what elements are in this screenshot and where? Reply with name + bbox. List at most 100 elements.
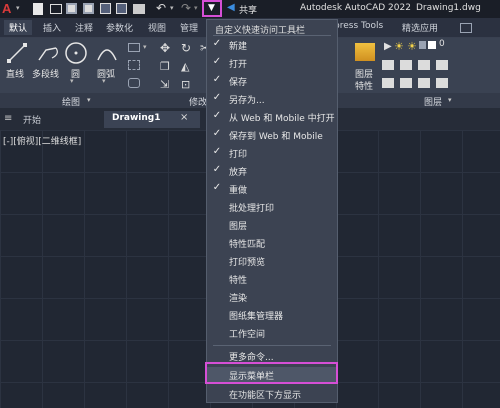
menu-item-save[interactable]: ✓ 保存 [207,73,337,90]
new-icon[interactable] [33,3,43,15]
modify-panel-label[interactable]: 修改 [189,95,207,108]
menu-item-layer[interactable]: 图层 [207,217,337,234]
layer-panel-label[interactable]: 图层 [424,95,442,108]
rectangle-tool-icon[interactable] [128,43,140,52]
web-save-icon[interactable] [116,3,127,14]
web-open-icon[interactable] [100,3,111,14]
scale-tool-icon[interactable]: ⊡ [181,78,190,91]
app-menu-dropdown-icon[interactable]: ▾ [16,4,20,12]
menu-item-redo[interactable]: ✓ 重做 [207,181,337,198]
layer-properties-icon[interactable] [355,43,375,61]
arc-tool-icon[interactable] [95,43,119,63]
tab-express-tools[interactable]: press Tools [334,21,383,31]
circle-dropdown-icon[interactable]: ▾ [70,77,74,85]
menu-item-label: 另存为... [229,96,265,106]
layer-state-icon[interactable]: ▶ [384,41,392,52]
menu-item-batch-plot[interactable]: 批处理打印 [207,199,337,216]
boundary-tool-icon[interactable] [128,78,140,88]
rotate-tool-icon[interactable]: ↻ [181,41,191,55]
menu-item-workspace[interactable]: 工作空间 [207,325,337,342]
draw-panel-dropdown-icon[interactable]: ▾ [87,96,91,104]
line-tool-icon[interactable] [6,42,28,64]
move-tool-icon[interactable]: ✥ [160,41,170,55]
layer-properties-label-2[interactable]: 特性 [355,79,373,92]
menu-item-open-web-mobile[interactable]: ✓ 从 Web 和 Mobile 中打开 [207,109,337,126]
layer-tool-3-icon[interactable] [418,60,430,70]
menu-item-match-properties[interactable]: 特性匹配 [207,235,337,252]
layer-tool-4-icon[interactable] [436,60,448,70]
show-menubar-highlight [205,362,338,384]
line-tool-label[interactable]: 直线 [6,67,24,80]
share-icon[interactable]: ◀ [227,2,235,13]
hatch-tool-icon[interactable] [128,60,140,70]
ribbon-toggle-icon[interactable] [460,23,472,33]
menu-item-new[interactable]: ✓ 新建 [207,37,337,54]
layer-tool-2-icon[interactable] [400,60,412,70]
lightbulb-icon[interactable]: ☀ [394,40,404,53]
lock-icon[interactable] [419,41,426,49]
saveas-icon[interactable] [83,3,94,14]
menu-item-plot-preview[interactable]: 打印预览 [207,253,337,270]
redo-icon[interactable]: ↷ [181,1,191,15]
layer-name-zero[interactable]: 0 [439,39,445,49]
tab-featured-apps[interactable]: 精选应用 [402,21,438,34]
rectangle-dropdown-icon[interactable]: ▾ [143,43,147,51]
layer-tool-7-icon[interactable] [418,78,430,88]
tab-insert[interactable]: 插入 [43,21,61,34]
qat-dropdown-highlight [202,0,222,17]
copy-tool-icon[interactable]: ❐ [160,60,170,73]
menu-item-label: 工作空间 [229,330,266,340]
menu-item-label: 打印预览 [229,258,266,268]
draw-panel-label[interactable]: 绘图 [62,95,80,108]
stretch-tool-icon[interactable]: ⇲ [160,78,169,91]
app-logo[interactable]: A [2,1,16,17]
print-icon[interactable] [133,4,145,14]
layer-tool-1-icon[interactable] [382,60,394,70]
arc-dropdown-icon[interactable]: ▾ [102,77,106,85]
file-name: Drawing1.dwg [416,3,481,13]
undo-icon[interactable]: ↶ [156,1,166,15]
viewport-controls-label[interactable]: [-][俯视][二维线框] [3,134,81,147]
app-title: Autodesk AutoCAD 2022 [300,3,411,13]
arc-tool-label[interactable]: 圆弧 [97,67,115,80]
open-icon[interactable] [50,4,62,14]
polyline-tool-icon[interactable] [36,42,60,64]
check-icon: ✓ [212,56,222,67]
share-label[interactable]: 共享 [239,3,257,16]
tab-start[interactable]: 开始 [15,111,49,128]
tab-parametric[interactable]: 参数化 [106,21,133,34]
check-icon: ✓ [212,146,222,157]
check-icon: ✓ [212,74,222,85]
layer-tool-6-icon[interactable] [400,78,412,88]
sun-icon[interactable]: ☀ [407,40,417,53]
layer-color-swatch[interactable] [428,41,436,49]
tab-manage[interactable]: 管理 [180,21,198,34]
close-tab-icon[interactable]: × [180,112,188,123]
tab-annotate[interactable]: 注释 [75,21,93,34]
mirror-tool-icon[interactable]: ◭ [181,60,189,73]
menu-item-label: 图层 [229,222,248,232]
layer-tool-8-icon[interactable] [436,78,448,88]
layer-tool-5-icon[interactable] [382,78,394,88]
check-icon: ✓ [212,164,222,175]
tab-default[interactable]: 默认 [4,20,33,35]
file-tabs-menu-icon[interactable]: ≡ [4,113,12,124]
menu-item-save-web-mobile[interactable]: ✓ 保存到 Web 和 Mobile [207,127,337,144]
menu-item-print[interactable]: ✓ 打印 [207,145,337,162]
undo-dropdown-icon[interactable]: ▾ [170,4,174,12]
polyline-tool-label[interactable]: 多段线 [32,67,59,80]
redo-dropdown-icon[interactable]: ▾ [194,4,198,12]
save-icon[interactable] [66,3,77,14]
layer-panel-dropdown-icon[interactable]: ▾ [448,96,452,104]
check-icon: ✓ [212,38,222,49]
menu-item-properties[interactable]: 特性 [207,271,337,288]
circle-tool-icon[interactable] [64,41,88,65]
menu-item-label: 打开 [229,60,248,70]
menu-item-open[interactable]: ✓ 打开 [207,55,337,72]
menu-item-saveas[interactable]: ✓ 另存为... [207,91,337,108]
menu-item-undo[interactable]: ✓ 放弃 [207,163,337,180]
menu-item-sheet-set-manager[interactable]: 图纸集管理器 [207,307,337,324]
menu-item-show-below-ribbon[interactable]: 在功能区下方显示 [207,386,337,403]
menu-item-render[interactable]: 渲染 [207,289,337,306]
tab-view[interactable]: 视图 [148,21,166,34]
